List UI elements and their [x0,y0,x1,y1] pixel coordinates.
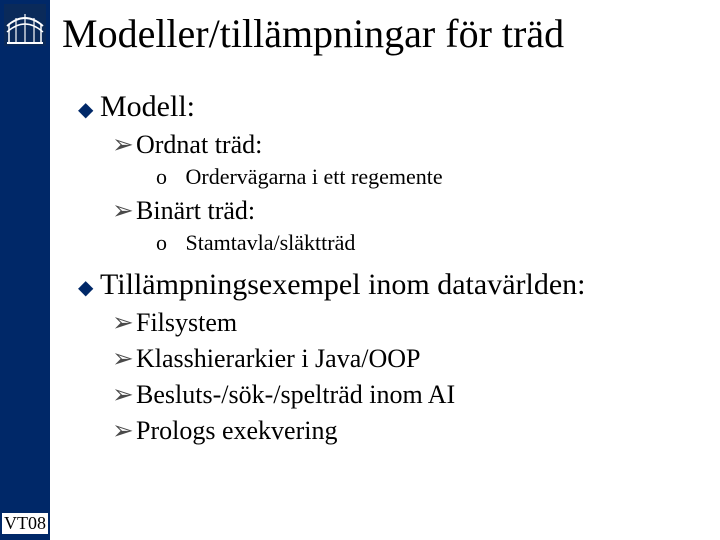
bullet-applications: ◆Tillämpningsexempel inom datavärlden: [78,268,700,302]
model-heading: Modell: [100,90,195,123]
apps-heading-tail: inom datavärlden: [361,268,586,301]
binary-tree-sub-0: Stamtavla/släktträd [186,230,356,255]
slide-title: Modeller/tillämpningar för träd [62,10,564,57]
ordered-tree-sub-0: Ordervägarna i ett regemente [186,164,443,189]
chevron-icon: ➢ [112,196,136,226]
bullet-binary-tree: ➢Binärt träd: [112,196,700,226]
app-1-label: Klasshierarkier i Java/OOP [136,344,420,373]
bullet-binary-tree-sub: o Stamtavla/släktträd [156,230,700,256]
bullet-app-1: ➢Klasshierarkier i Java/OOP [112,344,700,374]
bullet-ordered-tree: ➢Ordnat träd: [112,130,700,160]
diamond-icon: ◆ [78,275,100,300]
chevron-icon: ➢ [112,344,136,374]
term-label: VT08 [2,513,48,534]
bullet-app-2: ➢Besluts-/sök-/spelträd inom AI [112,380,700,410]
bullet-model: ◆Modell: [78,90,700,124]
ordered-tree-label: Ordnat träd: [136,130,262,159]
app-2-label: Besluts-/sök-/spelträd inom AI [136,380,455,409]
chevron-icon: ➢ [112,130,136,160]
apps-heading-lead: Tillämpningsexempel [100,268,361,301]
chevron-icon: ➢ [112,308,136,338]
chevron-icon: ➢ [112,380,136,410]
institution-logo [4,4,46,46]
app-3-label: Prologs exekvering [136,416,337,445]
bullet-app-3: ➢Prologs exekvering [112,416,700,446]
app-0-label: Filsystem [136,308,237,337]
bullet-app-0: ➢Filsystem [112,308,700,338]
diamond-icon: ◆ [78,97,100,122]
circle-icon: o [156,230,180,256]
slide: Datastrukturer och algoritmer VT08 Model… [0,0,720,540]
chevron-icon: ➢ [112,416,136,446]
slide-content: ◆Modell: ➢Ordnat träd: o Ordervägarna i … [78,78,700,446]
sidebar-course-label: Datastrukturer och algoritmer [0,58,50,488]
circle-icon: o [156,164,180,190]
binary-tree-label: Binärt träd: [136,196,255,225]
bullet-ordered-tree-sub: o Ordervägarna i ett regemente [156,164,700,190]
